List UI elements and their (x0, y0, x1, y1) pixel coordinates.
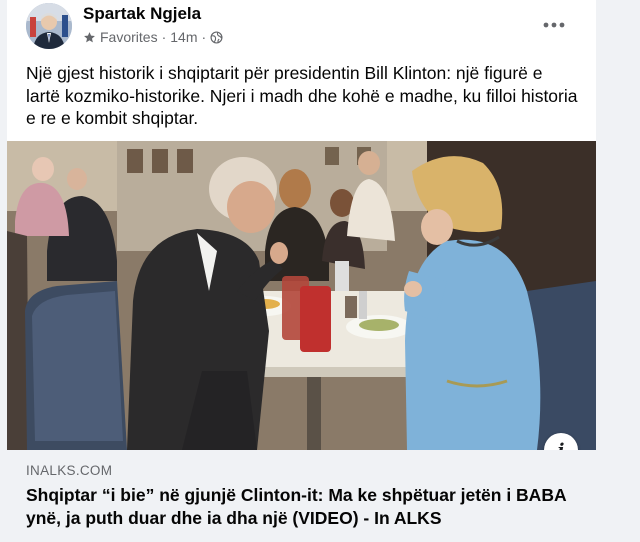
link-preview[interactable]: INALKS.COM Shqiptar “i bie” në gjunjë Cl… (7, 450, 596, 542)
star-icon (84, 31, 95, 42)
photo-image (7, 141, 596, 450)
globe-icon[interactable] (210, 30, 223, 44)
author-name[interactable]: Spartak Ngjela (83, 4, 201, 24)
audience-label[interactable]: Favorites (100, 29, 158, 45)
post-meta: Favorites · 14m · (83, 29, 223, 45)
avatar[interactable] (26, 3, 72, 49)
post-header: Spartak Ngjela Favorites · 14m · (7, 0, 596, 56)
post-photo[interactable] (7, 141, 596, 450)
meta-separator: · (161, 29, 167, 45)
more-options-icon (543, 22, 565, 28)
link-domain: INALKS.COM (26, 463, 113, 478)
meta-separator-2: · (201, 29, 207, 45)
avatar-image (26, 3, 72, 49)
post-time[interactable]: 14m (170, 29, 197, 45)
post-text: Një gjest historik i shqiptarit për pres… (26, 63, 578, 128)
more-options-button[interactable] (539, 12, 569, 38)
feed-post: Spartak Ngjela Favorites · 14m · Një gje… (7, 0, 596, 542)
feed-background (596, 0, 640, 542)
link-title[interactable]: Shqiptar “i bie” në gjunjë Clinton-it: M… (26, 484, 586, 530)
